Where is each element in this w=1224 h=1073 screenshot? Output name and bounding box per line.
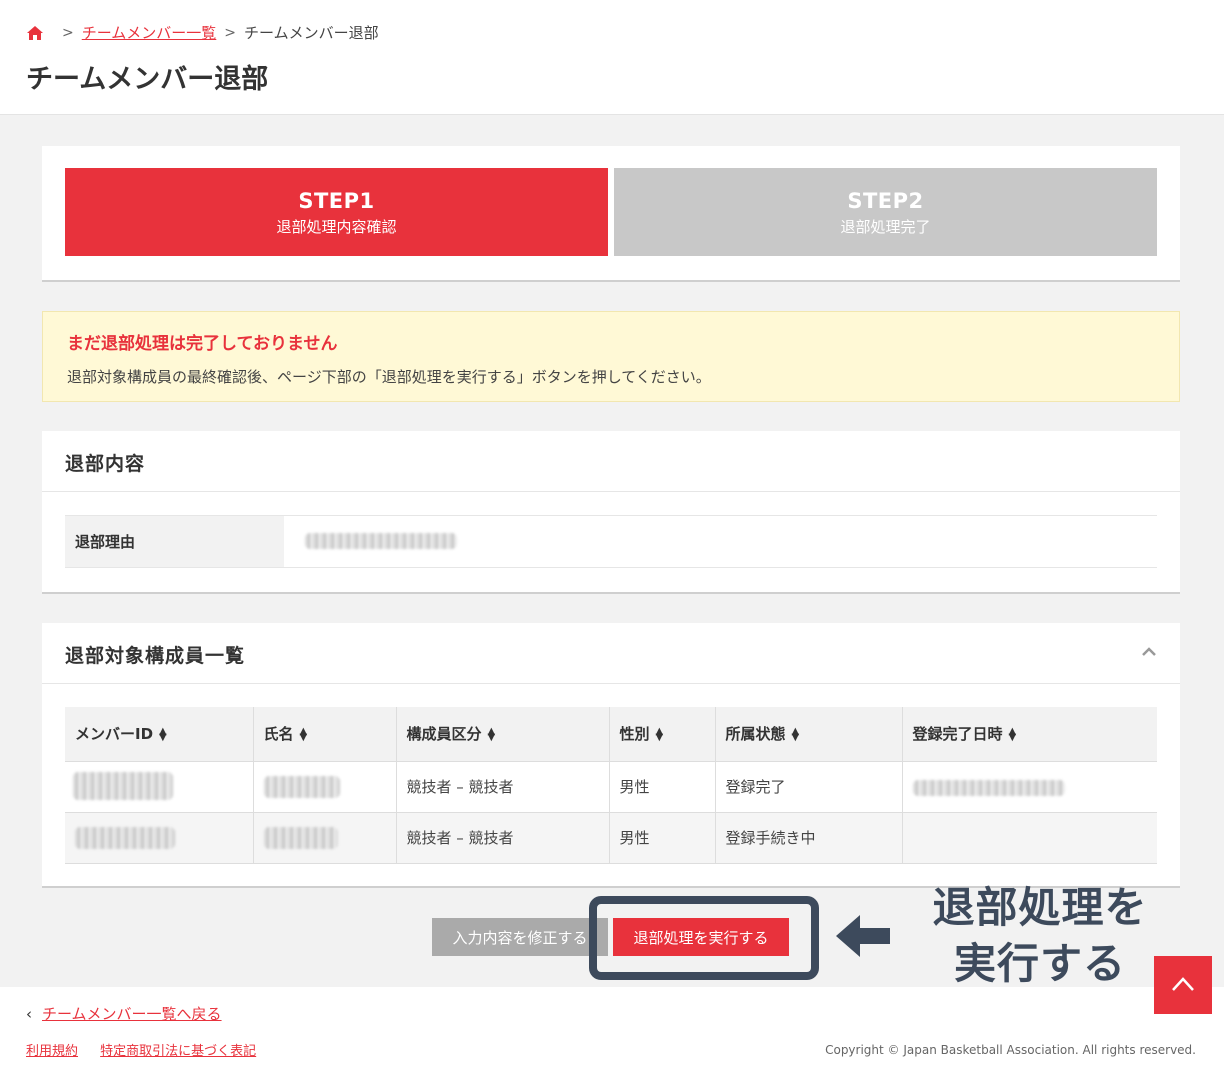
step-1-label: 退部処理内容確認	[276, 218, 397, 236]
column-header-status[interactable]: 所属状態 ▲ ▼	[715, 707, 903, 762]
breadcrumb-current: チームメンバー退部	[244, 24, 379, 42]
column-header-category[interactable]: 構成員区分 ▲ ▼	[396, 707, 610, 762]
footer-links: 利用規約 特定商取引法に基づく表記	[26, 1040, 274, 1059]
reason-label: 退部理由	[65, 516, 284, 567]
annotation-line-2: 実行する	[953, 939, 1126, 988]
column-header-registered-at[interactable]: 登録完了日時 ▲ ▼	[902, 707, 1157, 762]
step-indicator: STEP1 退部処理内容確認 STEP2 退部処理完了	[42, 146, 1180, 282]
status-cell: 登録手続き中	[715, 812, 903, 864]
warning-notice: まだ退部処理は完了しておりません 退部対象構成員の最終確認後、ページ下部の「退部…	[42, 311, 1180, 402]
table-row: 競技者 – 競技者 男性 登録完了	[65, 761, 1157, 813]
category-cell: 競技者 – 競技者	[396, 761, 610, 813]
chevron-up-icon	[1172, 977, 1194, 991]
copyright: Copyright © Japan Basketball Association…	[825, 1043, 1196, 1057]
member-id-cell	[65, 812, 254, 864]
sort-icon[interactable]: ▲ ▼	[300, 726, 308, 742]
column-header-gender[interactable]: 性別 ▲ ▼	[609, 707, 716, 762]
sort-icon[interactable]: ▲ ▼	[1009, 726, 1017, 742]
page-footer: ‹ チームメンバー一覧へ戻る 利用規約 特定商取引法に基づく表記 Copyrig…	[0, 987, 1224, 1073]
sort-icon[interactable]: ▲ ▼	[792, 726, 800, 742]
target-members-card: 退部対象構成員一覧 メンバーID ▲ ▼ 氏名 ▲ ▼ 構成員区分 ▲ ▼ 性別 ▲ ▼ 所属状…	[42, 623, 1180, 888]
step-2-title: STEP2	[847, 189, 924, 213]
member-id-redacted	[75, 826, 175, 849]
sort-icon[interactable]: ▲ ▼	[488, 726, 496, 742]
commercial-law-link[interactable]: 特定商取引法に基づく表記	[100, 1044, 256, 1059]
registered-at-cell	[902, 761, 1157, 813]
status-cell: 登録完了	[715, 761, 903, 813]
column-header-member-id[interactable]: メンバーID ▲ ▼	[65, 707, 254, 762]
withdrawal-detail-card: 退部内容 退部理由	[42, 431, 1180, 594]
breadcrumb: > チームメンバー一覧 > チームメンバー退部	[26, 22, 379, 43]
chevron-left-icon: ‹	[26, 1004, 32, 1023]
gender-cell: 男性	[609, 812, 716, 864]
terms-link[interactable]: 利用規約	[26, 1044, 78, 1059]
detail-card-header: 退部内容	[42, 431, 1180, 492]
table-row: 競技者 – 競技者 男性 登録手続き中	[65, 812, 1157, 864]
annotation-text: 退部処理を 実行する	[920, 880, 1160, 992]
annotation-highlight-box	[589, 896, 819, 980]
detail-heading: 退部内容	[65, 453, 146, 475]
name-cell	[253, 761, 397, 813]
step-1: STEP1 退部処理内容確認	[65, 168, 608, 256]
gender-cell: 男性	[609, 761, 716, 813]
scroll-to-top-button[interactable]	[1154, 956, 1212, 1014]
registered-at-cell	[902, 812, 1157, 864]
members-heading: 退部対象構成員一覧	[65, 645, 246, 667]
step-2: STEP2 退部処理完了	[614, 168, 1157, 256]
page-title: チームメンバー退部	[26, 64, 269, 95]
back-to-list[interactable]: ‹ チームメンバー一覧へ戻る	[26, 1003, 222, 1024]
name-redacted	[263, 826, 338, 849]
notice-body: 退部対象構成員の最終確認後、ページ下部の「退部処理を実行する」ボタンを押してくだ…	[67, 368, 711, 386]
members-card-header[interactable]: 退部対象構成員一覧	[42, 623, 1180, 684]
name-cell	[253, 812, 397, 864]
step-2-label: 退部処理完了	[840, 218, 931, 236]
sort-icon[interactable]: ▲ ▼	[656, 726, 664, 742]
page-header: > チームメンバー一覧 > チームメンバー退部 チームメンバー退部	[0, 0, 1224, 115]
reason-value-redacted	[305, 533, 457, 549]
breadcrumb-member-list-link[interactable]: チームメンバー一覧	[82, 22, 217, 43]
chevron-up-icon[interactable]	[1142, 647, 1156, 657]
annotation-line-1: 退部処理を	[932, 883, 1148, 932]
members-table: メンバーID ▲ ▼ 氏名 ▲ ▼ 構成員区分 ▲ ▼ 性別 ▲ ▼ 所属状態 ▲ ▼ 登録完了日時…	[65, 707, 1157, 864]
breadcrumb-separator: >	[62, 24, 74, 41]
member-id-cell	[65, 761, 254, 813]
edit-input-button[interactable]: 入力内容を修正する	[432, 918, 608, 956]
category-cell: 競技者 – 競技者	[396, 812, 610, 864]
back-to-list-link[interactable]: チームメンバー一覧へ戻る	[42, 1003, 222, 1024]
reason-row: 退部理由	[65, 515, 1157, 568]
breadcrumb-separator: >	[224, 24, 237, 41]
registered-at-redacted	[912, 779, 1065, 796]
notice-title: まだ退部処理は完了しておりません	[67, 334, 338, 354]
member-id-redacted	[73, 771, 173, 800]
arrow-left-icon	[836, 915, 890, 957]
column-header-name[interactable]: 氏名 ▲ ▼	[253, 707, 397, 762]
sort-icon[interactable]: ▲ ▼	[159, 726, 167, 742]
step-1-title: STEP1	[298, 189, 375, 213]
home-icon[interactable]	[26, 25, 44, 41]
name-redacted	[263, 775, 340, 798]
